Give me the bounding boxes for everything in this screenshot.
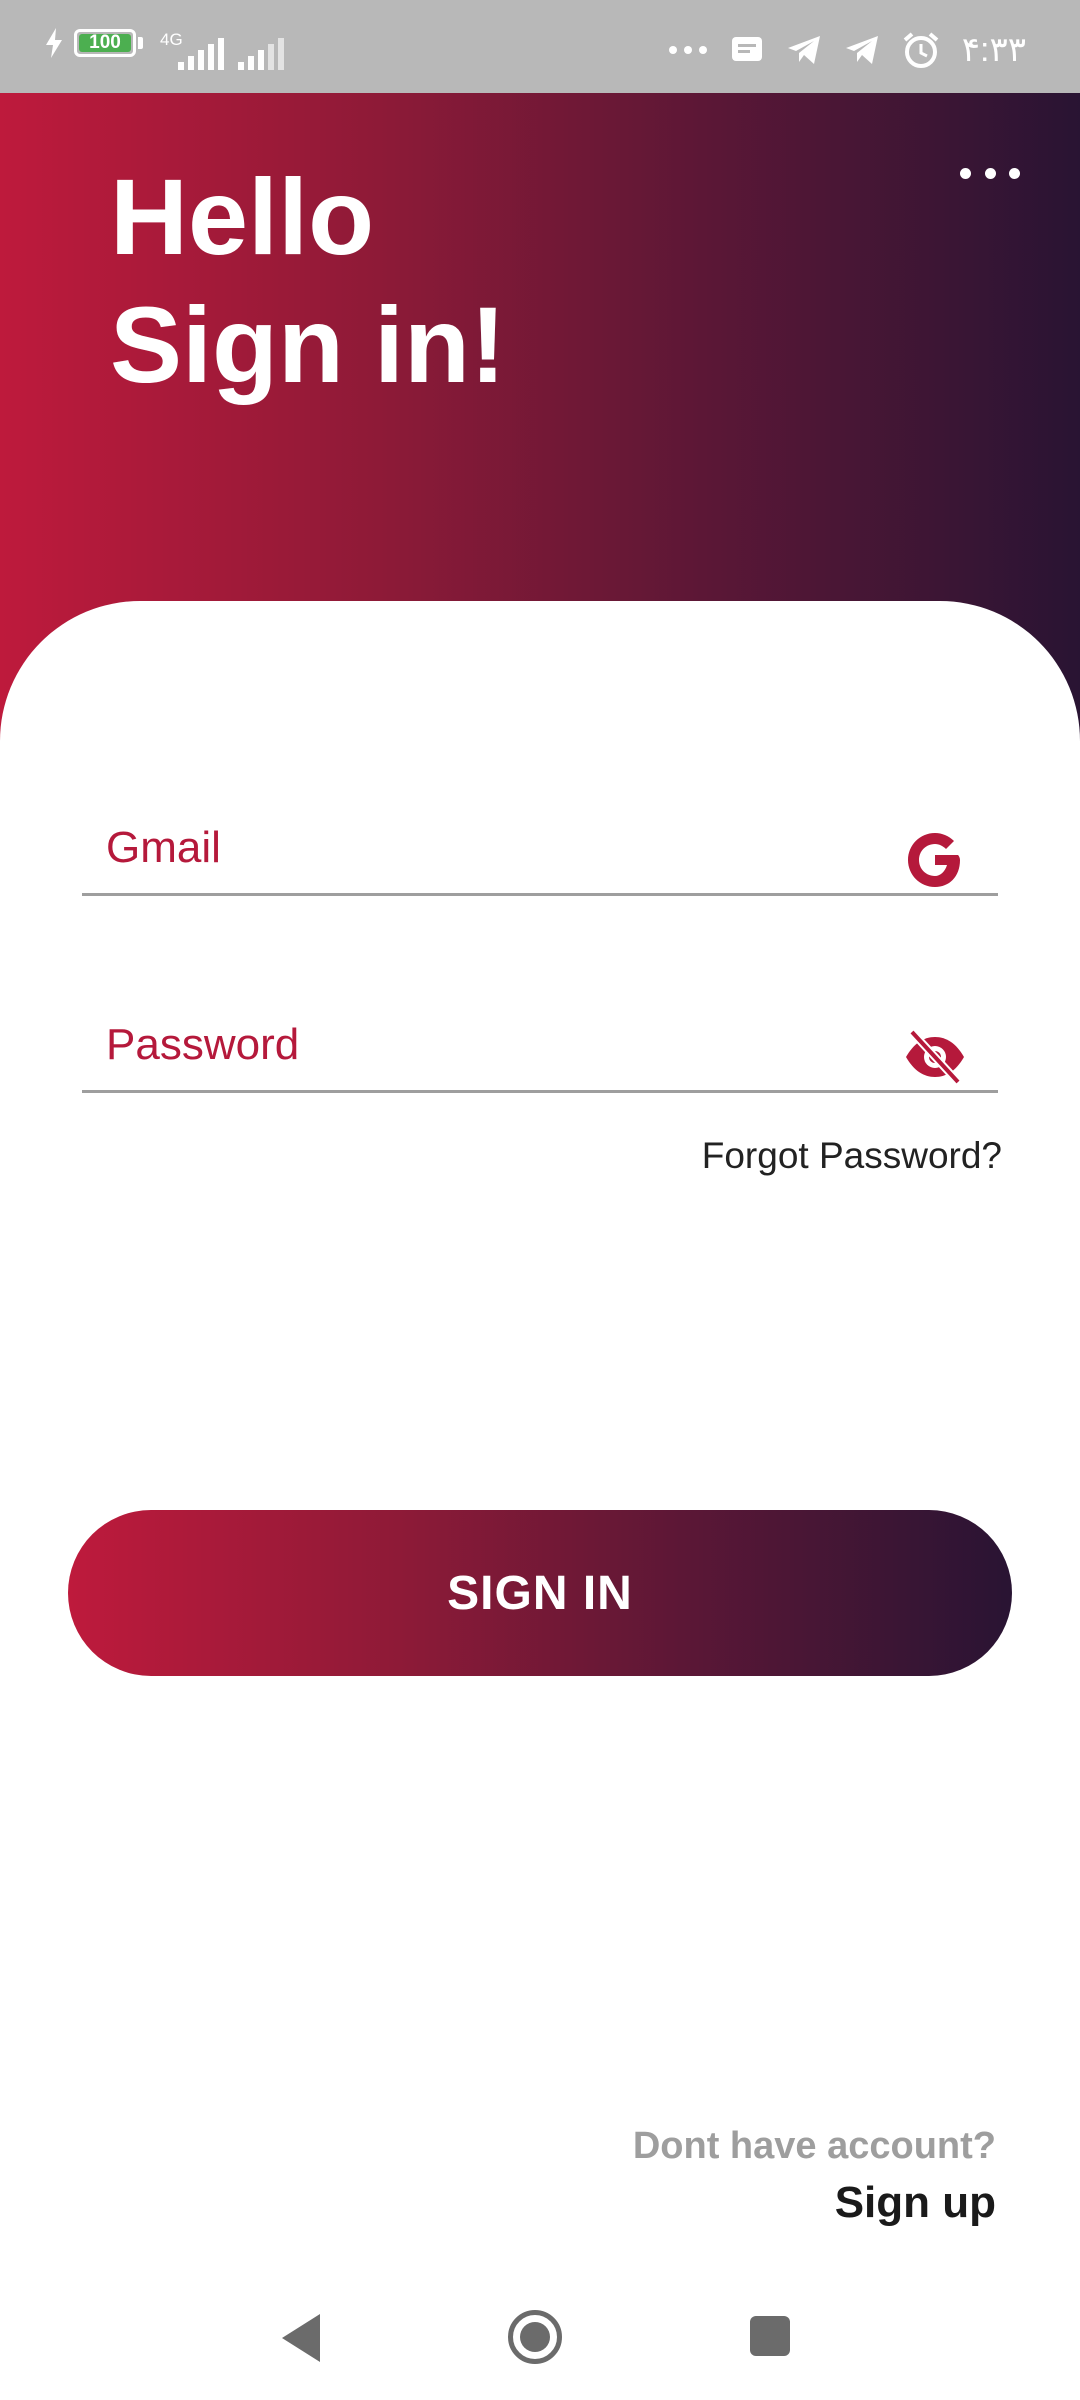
more-options-button[interactable] <box>960 153 1020 193</box>
more-horizontal-icon <box>960 167 971 179</box>
charging-bolt-icon <box>46 28 62 58</box>
home-icon[interactable] <box>508 2310 562 2364</box>
more-horizontal-icon <box>1009 167 1020 179</box>
password-field[interactable]: Password <box>82 980 998 1093</box>
clock: ۴:۳۳ <box>961 31 1026 69</box>
page-title: Hello Sign in! <box>110 153 506 409</box>
alarm-icon <box>903 32 939 68</box>
title-line-2: Sign in! <box>110 284 506 405</box>
password-field-label: Password <box>106 1020 300 1069</box>
no-account-prompt: Dont have account? <box>632 2125 996 2167</box>
battery-icon: 100 <box>74 29 136 57</box>
back-icon[interactable] <box>282 2314 320 2362</box>
telegram-icon <box>787 36 820 64</box>
home-icon-inner <box>520 2322 550 2352</box>
status-bar-left: 100 <box>44 28 143 58</box>
email-field[interactable]: Gmail <box>82 783 998 896</box>
sign-up-link[interactable]: Sign up <box>835 2178 996 2228</box>
telegram-icon <box>845 36 878 64</box>
signal-icon <box>178 38 224 70</box>
title-line-1: Hello <box>110 156 375 277</box>
email-field-label: Gmail <box>106 823 221 872</box>
forgot-password-link[interactable]: Forgot Password? <box>702 1135 1002 1177</box>
more-horizontal-icon <box>984 167 996 179</box>
battery-level: 100 <box>89 32 121 53</box>
navigation-bar <box>0 2280 1080 2400</box>
sign-in-button[interactable]: SIGN IN <box>68 1510 1012 1676</box>
signal-icon <box>238 38 284 70</box>
more-notifications-icon <box>668 46 707 54</box>
message-icon <box>731 37 762 61</box>
google-icon[interactable] <box>902 827 968 893</box>
recents-icon[interactable] <box>750 2316 790 2356</box>
battery-tip <box>138 37 143 49</box>
status-bar: 100 4G ۴:۳۳ <box>0 0 1080 93</box>
status-bar-right: ۴:۳۳ <box>668 30 1026 70</box>
eye-off-icon[interactable] <box>902 1024 968 1090</box>
